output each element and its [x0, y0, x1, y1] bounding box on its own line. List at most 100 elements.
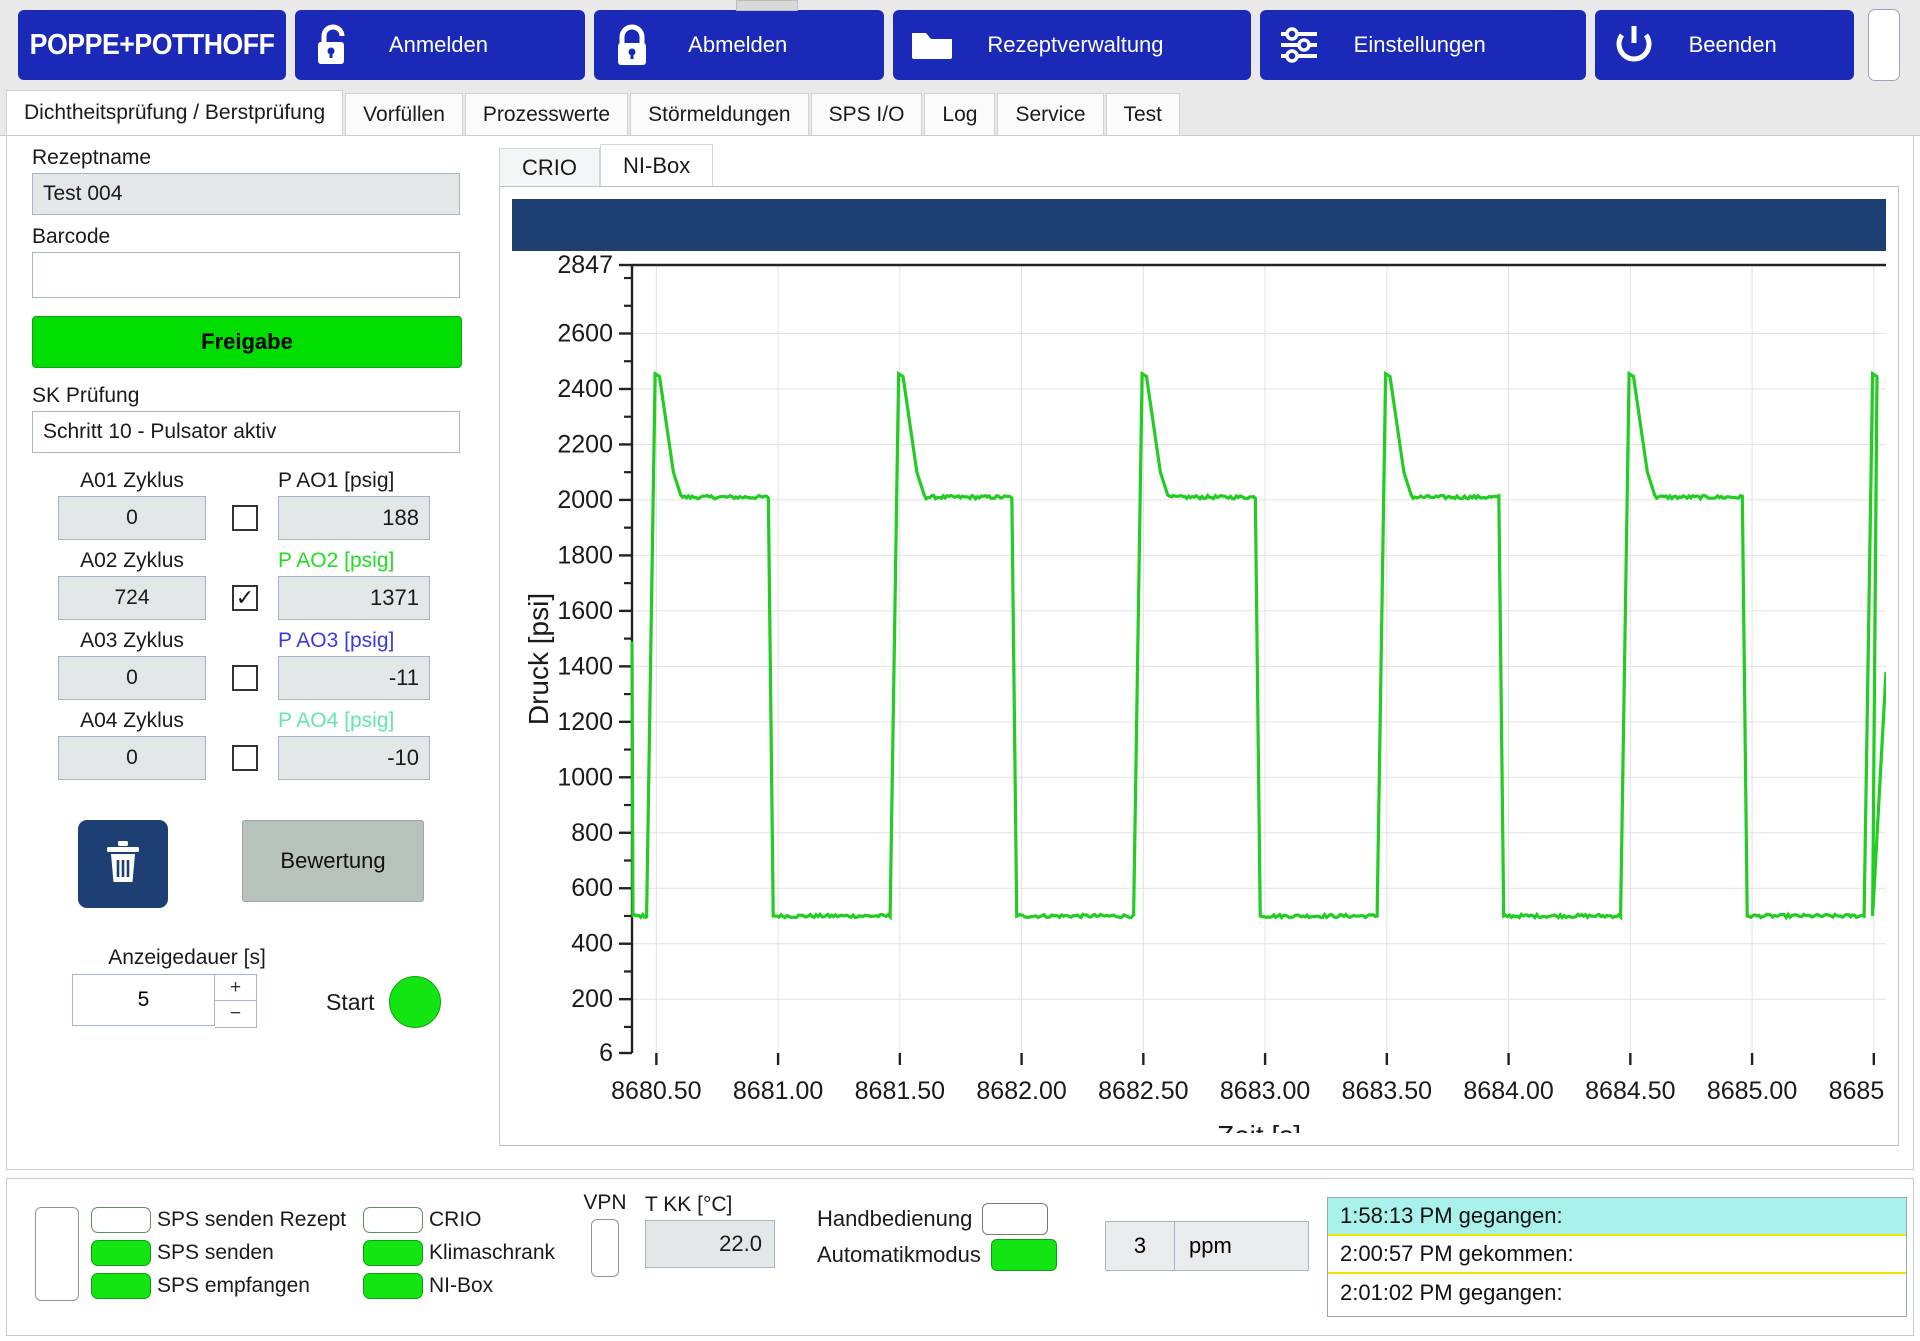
svg-text:8683.00: 8683.00: [1220, 1077, 1310, 1105]
svg-text:2000: 2000: [557, 486, 613, 514]
stepper-increment[interactable]: +: [215, 975, 256, 1001]
tkk-label: T KK [°C]: [645, 1193, 775, 1217]
stepper-decrement[interactable]: −: [215, 1001, 256, 1027]
tab-vorfuellen[interactable]: Vorfüllen: [345, 93, 463, 135]
ao1-value: 188: [278, 496, 430, 540]
tab-label: Prozesswerte: [483, 103, 610, 127]
chart-header-bar: [512, 199, 1886, 251]
zyklus-label: A04 Zyklus: [32, 709, 232, 733]
ao2-checkbox[interactable]: ✓: [232, 585, 258, 611]
ao4-label: P AO4 [psig]: [232, 709, 472, 733]
rezeptname-label: Rezeptname: [32, 146, 472, 170]
led-automatikmodus[interactable]: [991, 1239, 1057, 1271]
ao4-group: P AO4 [psig] ✓ -10: [232, 709, 472, 780]
unlock-icon: [295, 22, 373, 68]
power-icon: [1595, 23, 1673, 67]
tab-label: Dichtheitsprüfung / Berstprüfung: [24, 101, 325, 125]
ao2-group: P AO2 [psig] ✓ 1371: [232, 549, 472, 620]
tab-prozesswerte[interactable]: Prozesswerte: [465, 93, 628, 135]
svg-text:8682.50: 8682.50: [1098, 1077, 1188, 1105]
mode-label: Handbedienung: [817, 1206, 972, 1232]
ppm-group: 3 ppm: [1105, 1221, 1309, 1271]
ao3-checkbox[interactable]: ✓: [232, 665, 258, 691]
led-row: NI-Box: [363, 1269, 555, 1302]
login-button[interactable]: Anmelden: [295, 10, 585, 80]
left-parameter-panel: Rezeptname Test 004 Barcode Freigabe SK …: [32, 146, 472, 1156]
svg-text:Zeit [s]: Zeit [s]: [1217, 1120, 1301, 1133]
subtab-crio[interactable]: CRIO: [499, 148, 600, 186]
subtab-ni-box[interactable]: NI-Box: [600, 144, 713, 186]
led-label: NI-Box: [429, 1274, 493, 1298]
tab-log[interactable]: Log: [924, 93, 995, 135]
vpn-indicator: [591, 1219, 619, 1277]
recipe-management-label: Rezeptverwaltung: [971, 32, 1207, 58]
logout-button[interactable]: Abmelden: [594, 10, 884, 80]
anzeigedauer-group: Anzeigedauer [s] 5 + −: [72, 946, 302, 1028]
rezeptname-value: Test 004: [43, 182, 122, 206]
display-duration-row: Anzeigedauer [s] 5 + − Start: [32, 946, 472, 1028]
tab-label: Test: [1124, 103, 1163, 127]
svg-text:8684.50: 8684.50: [1585, 1077, 1675, 1105]
sk-pruefung-field: Schritt 10 - Pulsator aktiv: [32, 411, 460, 453]
tab-service[interactable]: Service: [997, 93, 1103, 135]
tab-dichtheitspruefung[interactable]: Dichtheitsprüfung / Berstprüfung: [6, 90, 343, 135]
log-entry[interactable]: 1:58:13 PM gegangen:: [1328, 1198, 1906, 1236]
event-log-list[interactable]: 1:58:13 PM gegangen: 2:00:57 PM gekommen…: [1327, 1197, 1907, 1317]
subtab-label: CRIO: [522, 155, 577, 181]
ao4-checkbox[interactable]: ✓: [232, 745, 258, 771]
led-handbedienung[interactable]: [982, 1203, 1048, 1235]
barcode-field[interactable]: [32, 252, 460, 298]
start-button[interactable]: [389, 976, 441, 1028]
sps-led-group: SPS senden Rezept SPS senden SPS empfang…: [91, 1203, 346, 1302]
zyklus-value: 0: [58, 496, 206, 540]
tab-label: SPS I/O: [829, 103, 905, 127]
ppm-unit: ppm: [1175, 1221, 1309, 1271]
logout-label: Abmelden: [672, 32, 831, 58]
zyklus-label: A02 Zyklus: [32, 549, 232, 573]
zyklus-value: 0: [58, 656, 206, 700]
log-entry[interactable]: 2:00:57 PM gekommen:: [1328, 1236, 1906, 1274]
ao1-checkbox[interactable]: ✓: [232, 505, 258, 531]
zyklus-label: A03 Zyklus: [32, 629, 232, 653]
svg-text:6: 6: [599, 1039, 613, 1067]
ao4-value: -10: [278, 736, 430, 780]
application-window: POPPE+POTTHOFF Anmelden: [0, 0, 1920, 1341]
exit-button[interactable]: Beenden: [1595, 10, 1854, 80]
svg-text:1600: 1600: [557, 597, 613, 625]
sliders-icon: [1260, 23, 1338, 67]
vpn-group: VPN: [575, 1191, 635, 1277]
plot-area[interactable]: 6200400600800100012001400160018002000220…: [512, 253, 1886, 1133]
tab-test[interactable]: Test: [1106, 93, 1181, 135]
svg-text:2400: 2400: [557, 375, 613, 403]
chart-subtabbar: CRIO NI-Box: [499, 144, 1899, 186]
zyklus-a02: A02 Zyklus 724: [32, 549, 232, 620]
mode-row: Automatikmodus: [817, 1237, 1057, 1273]
barcode-label: Barcode: [32, 225, 472, 249]
recipe-management-button[interactable]: Rezeptverwaltung: [893, 10, 1250, 80]
tab-sps-io[interactable]: SPS I/O: [811, 93, 923, 135]
ao3-label: P AO3 [psig]: [232, 629, 472, 653]
rezeptname-field[interactable]: Test 004: [32, 173, 460, 215]
tab-stoermeldungen[interactable]: Störmeldungen: [630, 93, 808, 135]
ao3-value: -11: [278, 656, 430, 700]
svg-text:600: 600: [571, 874, 613, 902]
bewertung-button[interactable]: Bewertung: [242, 820, 424, 902]
mode-label: Automatikmodus: [817, 1242, 981, 1268]
svg-text:400: 400: [571, 930, 613, 958]
lock-icon: [594, 22, 672, 68]
tab-label: Störmeldungen: [648, 103, 790, 127]
freigabe-button[interactable]: Freigabe: [32, 316, 462, 368]
settings-button[interactable]: Einstellungen: [1260, 10, 1586, 80]
folder-icon: [893, 25, 971, 65]
log-entry[interactable]: 2:01:02 PM gegangen:: [1328, 1274, 1906, 1312]
delete-button[interactable]: [78, 820, 168, 908]
chart-container: 6200400600800100012001400160018002000220…: [499, 186, 1899, 1146]
led-row: CRIO: [363, 1203, 555, 1236]
window-title-nub: [736, 0, 798, 11]
anzeigedauer-value[interactable]: 5: [72, 974, 215, 1026]
led-sps-senden-rezept: [91, 1207, 151, 1233]
led-row: Klimaschrank: [363, 1236, 555, 1269]
ao3-group: P AO3 [psig] ✓ -11: [232, 629, 472, 700]
anzeigedauer-stepper[interactable]: + −: [215, 974, 257, 1028]
zyklus-value: 724: [58, 576, 206, 620]
